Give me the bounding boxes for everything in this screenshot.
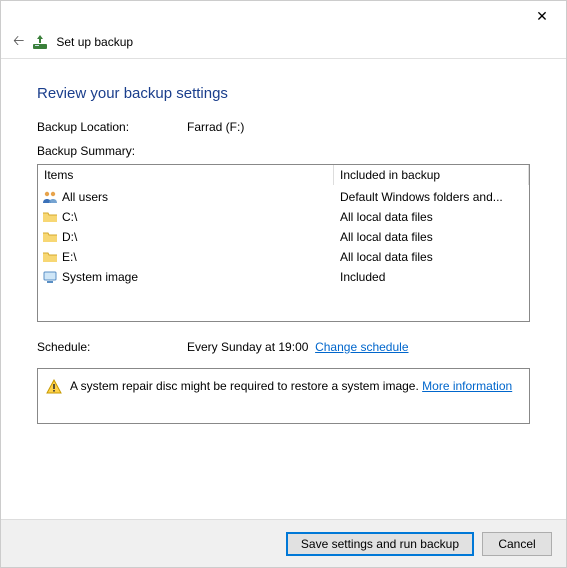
item-name: E:\ bbox=[62, 250, 77, 264]
change-schedule-link[interactable]: Change schedule bbox=[315, 340, 408, 354]
titlebar: ✕ bbox=[1, 1, 566, 31]
close-button[interactable]: ✕ bbox=[530, 8, 554, 25]
folder-icon bbox=[42, 229, 58, 245]
folder-icon bbox=[42, 249, 58, 265]
backup-location-value: Farrad (F:) bbox=[187, 120, 244, 134]
backup-summary-label: Backup Summary: bbox=[37, 144, 530, 158]
save-and-run-button[interactable]: Save settings and run backup bbox=[286, 532, 474, 556]
wizard-icon bbox=[32, 34, 48, 50]
more-information-link[interactable]: More information bbox=[422, 379, 512, 393]
item-name: D:\ bbox=[62, 230, 77, 244]
users-icon bbox=[42, 189, 58, 205]
list-header: Items Included in backup bbox=[38, 165, 529, 185]
summary-listbox: Items Included in backup All users Defau… bbox=[37, 164, 530, 322]
list-item[interactable]: E:\ All local data files bbox=[38, 247, 529, 267]
back-button[interactable]: 🡠 bbox=[13, 30, 24, 54]
item-name: C:\ bbox=[62, 210, 77, 224]
item-included: Included bbox=[334, 270, 529, 284]
cancel-button[interactable]: Cancel bbox=[482, 532, 552, 556]
item-name: System image bbox=[62, 270, 138, 284]
warning-icon bbox=[46, 379, 62, 395]
wizard-title: Set up backup bbox=[56, 35, 133, 49]
item-included: Default Windows folders and... bbox=[334, 190, 529, 204]
list-item[interactable]: All users Default Windows folders and... bbox=[38, 187, 529, 207]
notice-text: A system repair disc might be required t… bbox=[70, 379, 512, 393]
item-included: All local data files bbox=[334, 230, 529, 244]
footer: Save settings and run backup Cancel bbox=[1, 519, 566, 567]
schedule-row: Schedule: Every Sunday at 19:00 Change s… bbox=[37, 340, 530, 354]
schedule-label: Schedule: bbox=[37, 340, 187, 354]
schedule-value: Every Sunday at 19:00 Change schedule bbox=[187, 340, 409, 354]
item-included: All local data files bbox=[334, 250, 529, 264]
list-body: All users Default Windows folders and...… bbox=[38, 185, 529, 287]
column-items[interactable]: Items bbox=[38, 165, 334, 185]
list-item[interactable]: D:\ All local data files bbox=[38, 227, 529, 247]
backup-location-row: Backup Location: Farrad (F:) bbox=[37, 120, 530, 134]
item-included: All local data files bbox=[334, 210, 529, 224]
page-heading: Review your backup settings bbox=[37, 85, 530, 102]
system-image-icon bbox=[42, 269, 58, 285]
list-item[interactable]: System image Included bbox=[38, 267, 529, 287]
notice-box: A system repair disc might be required t… bbox=[37, 368, 530, 424]
folder-icon bbox=[42, 209, 58, 225]
item-name: All users bbox=[62, 190, 108, 204]
list-item[interactable]: C:\ All local data files bbox=[38, 207, 529, 227]
nav-row: 🡠 Set up backup bbox=[1, 31, 566, 59]
backup-location-label: Backup Location: bbox=[37, 120, 187, 134]
column-included[interactable]: Included in backup bbox=[334, 165, 529, 185]
content-area: Review your backup settings Backup Locat… bbox=[1, 59, 566, 424]
